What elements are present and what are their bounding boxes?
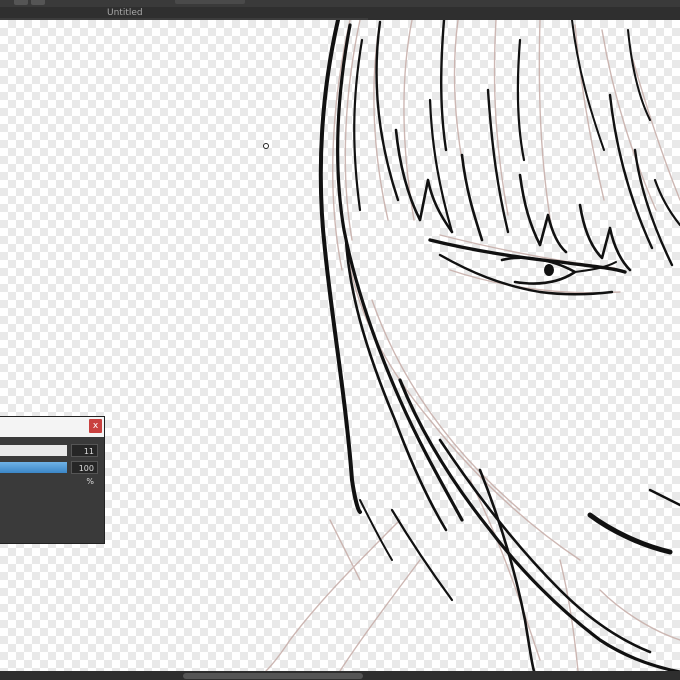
document-tab-bar: Untitled bbox=[0, 7, 680, 20]
close-icon[interactable]: x bbox=[89, 419, 102, 433]
opacity-slider[interactable] bbox=[0, 462, 67, 473]
horizontal-scroll-thumb[interactable] bbox=[183, 673, 363, 679]
drawing-canvas[interactable] bbox=[0, 20, 680, 671]
panel-header[interactable]: x bbox=[0, 417, 104, 437]
size-slider[interactable] bbox=[0, 445, 67, 456]
toolbar-scroll-handle[interactable] bbox=[175, 0, 245, 4]
top-toolbar bbox=[0, 0, 680, 7]
size-value-field[interactable]: 11 bbox=[71, 444, 98, 457]
brush-settings-panel: x 11 100 % bbox=[0, 416, 105, 544]
toolbar-button[interactable] bbox=[14, 0, 28, 5]
opacity-value-field[interactable]: 100 % bbox=[71, 461, 98, 486]
sketch-artwork bbox=[265, 20, 680, 671]
size-slider-row: 11 bbox=[0, 444, 104, 457]
brush-cursor-icon bbox=[263, 143, 269, 149]
bottom-scrollbar[interactable] bbox=[0, 671, 680, 680]
opacity-slider-row: 100 % bbox=[0, 461, 104, 486]
toolbar-button[interactable] bbox=[31, 0, 45, 5]
